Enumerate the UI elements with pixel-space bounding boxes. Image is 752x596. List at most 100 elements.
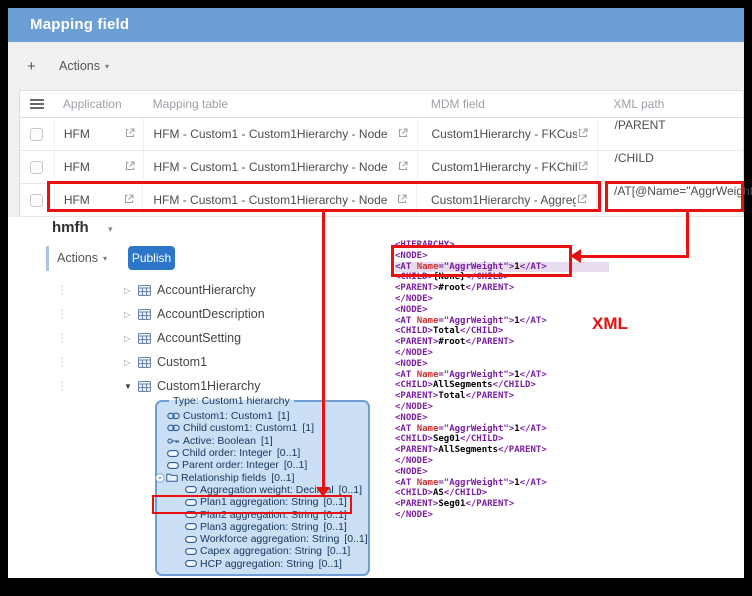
cell-mdm-field: Custom1Hierarchy - FKCustom1 <box>416 118 597 150</box>
drag-handle-icon[interactable]: ⋮ <box>56 332 68 344</box>
table-body: HFM HFM - Custom1 - Custom1Hierarchy - No… <box>20 118 752 217</box>
model-selector[interactable]: hmfh <box>52 219 89 236</box>
tree-item-custom1hierarchy[interactable]: ⋮ ▼ Custom1Hierarchy <box>44 377 261 395</box>
table-row[interactable]: HFM HFM - Custom1 - Custom1Hierarchy - No… <box>20 118 743 151</box>
mapping-table-name: HFM - Custom1 - Custom1Hierarchy - Node <box>153 127 388 141</box>
arrow-left-icon <box>570 249 581 263</box>
expand-caret-icon[interactable]: ▷ <box>124 334 136 343</box>
xml-line: <AT Name="AggrWeight">1</AT> <box>395 261 609 273</box>
tree-item-label: Custom1 <box>157 355 208 369</box>
expand-caret-icon[interactable]: ▷ <box>124 358 136 367</box>
annotation-arrow-line <box>686 211 689 258</box>
pill-icon <box>167 461 179 469</box>
tooltip-field-cardinality: [0..1] <box>323 508 347 521</box>
table-icon <box>138 356 151 368</box>
tooltip-field: Capex aggregation: String [0..1] <box>185 545 368 557</box>
external-link-icon[interactable] <box>397 127 409 142</box>
xml-line: </NODE> <box>395 401 433 412</box>
chevron-down-icon[interactable]: ▾ <box>108 224 113 235</box>
tooltip-field-cardinality: [0..1] <box>283 459 308 472</box>
tooltip-field-label: HCP aggregation: String <box>200 557 314 570</box>
cell-application: HFM <box>53 151 143 183</box>
tooltip-field: Relationship fields [0..1] <box>155 471 368 484</box>
tree-item-custom1[interactable]: ⋮ ▷ Custom1 <box>44 353 207 371</box>
tooltip-field-label: Capex aggregation: String <box>200 545 322 558</box>
cell-mapping-table: HFM - Custom1 - Custom1Hierarchy - Node <box>142 118 417 150</box>
table-icon <box>138 380 151 392</box>
tree-item-label: Custom1Hierarchy <box>157 379 261 393</box>
table-row[interactable]: HFM HFM - Custom1 - Custom1Hierarchy - No… <box>20 151 743 184</box>
tooltip-field: Parent order: Integer [0..1] <box>167 459 368 471</box>
table-menu-cell[interactable] <box>20 99 54 109</box>
pill-icon <box>185 560 197 568</box>
xml-line: <PARENT>AllSegments</PARENT> <box>395 445 547 456</box>
type-tooltip: Type: Custom1 hierarchy Custom1: Custom1… <box>155 395 370 576</box>
accent-bar <box>46 246 49 271</box>
external-link-icon[interactable] <box>124 127 136 142</box>
xml-line: <NODE> <box>395 304 428 315</box>
publish-button[interactable]: Publish <box>128 246 175 270</box>
xml-annotation-label: XML <box>592 314 628 333</box>
tooltip-field-label: Aggregation weight: Decimal <box>200 483 334 496</box>
tooltip-field: Active: Boolean [1] <box>167 435 368 447</box>
drag-handle-icon[interactable]: ⋮ <box>56 284 68 296</box>
collapse-caret-icon[interactable]: ▼ <box>124 382 136 391</box>
annotation-arrow-line <box>581 255 689 258</box>
row-checkbox[interactable] <box>30 193 44 207</box>
xml-line: <CHILD>AS</CHILD> <box>395 488 488 499</box>
tree-item-label: AccountSetting <box>157 331 242 345</box>
xml-preview: <HIERARCHY> <NODE> <AT Name="AggrWeight">1… <box>395 240 609 521</box>
column-header-mdm-field: MDM field <box>430 97 485 111</box>
menu-icon <box>29 99 44 109</box>
external-link-icon[interactable] <box>397 160 409 175</box>
external-link-icon[interactable] <box>396 193 408 208</box>
tooltip-field-label: Child custom1: Custom1 <box>183 422 298 435</box>
xml-line: <CHILD>AllSegments</CHILD> <box>395 380 536 391</box>
drag-handle-icon[interactable]: ⋮ <box>56 380 68 392</box>
tooltip-field-cardinality: [0..1] <box>338 483 363 496</box>
xml-line: <AT Name="AggrWeight">1</AT> <box>395 315 547 326</box>
panel-actions-dropdown[interactable]: Actions ▾ <box>57 251 107 265</box>
tooltip-field-cardinality: [0..1] <box>327 545 351 558</box>
tooltip-field-cardinality: [0..1] <box>271 471 295 484</box>
cell-mapping-table: HFM - Custom1 - Custom1Hierarchy - Node <box>142 151 417 183</box>
xml-line: <AT Name="AggrWeight">1</AT> <box>395 477 547 488</box>
external-link-icon[interactable] <box>124 160 136 175</box>
mdm-field-name: Custom1Hierarchy - FKCustom1 <box>431 127 577 141</box>
expand-caret-icon[interactable]: ▷ <box>124 310 136 319</box>
row-checkbox[interactable] <box>30 127 44 141</box>
row-checkbox[interactable] <box>30 160 44 174</box>
tooltip-field: Plan2 aggregation: String [0..1] <box>185 508 368 521</box>
external-link-icon[interactable] <box>123 193 135 208</box>
tooltip-field-label: Relationship fields <box>181 471 267 484</box>
external-link-icon[interactable] <box>577 127 589 142</box>
tooltip-field-label: Custom1: Custom1 <box>183 410 273 423</box>
tree-item-accountdescription[interactable]: ⋮ ▷ AccountDescription <box>44 305 265 323</box>
xml-line: </NODE> <box>395 455 433 466</box>
tooltip-field: Child custom1: Custom1 [1] <box>167 422 368 434</box>
table-icon <box>138 284 151 296</box>
expander-icon[interactable] <box>155 472 165 483</box>
external-link-icon[interactable] <box>577 160 589 175</box>
mdm-field-name: Custom1Hierarchy - FKChildCus... <box>431 160 577 174</box>
tree-item-accountsetting[interactable]: ⋮ ▷ AccountSetting <box>44 329 241 347</box>
drag-handle-icon[interactable]: ⋮ <box>56 356 68 368</box>
tree-item-accounthierarchy[interactable]: ⋮ ▷ AccountHierarchy <box>44 281 256 299</box>
xml-line: <PARENT>Seg01</PARENT> <box>395 499 515 510</box>
pill-icon <box>185 547 197 555</box>
xml-path-value: /PARENT <box>614 118 666 132</box>
tooltip-field-label: Parent order: Integer <box>182 459 279 472</box>
xml-line: <CHILD>Seg01</CHILD> <box>395 434 504 445</box>
annotation-arrow-line <box>322 211 325 488</box>
actions-dropdown[interactable]: Actions ▾ <box>59 59 109 73</box>
add-button[interactable]: + <box>27 58 47 75</box>
tooltip-field: Child order: Integer [0..1] <box>167 447 368 459</box>
drag-handle-icon[interactable]: ⋮ <box>56 308 68 320</box>
cell-application: HFM <box>53 184 143 216</box>
tooltip-field-label: Workforce aggregation: String <box>200 533 340 546</box>
type-tooltip-fields: Custom1: Custom1 [1] Child custom1: Custom… <box>155 410 368 570</box>
external-link-icon[interactable] <box>576 193 588 208</box>
expand-caret-icon[interactable]: ▷ <box>124 286 136 295</box>
table-row[interactable]: HFM HFM - Custom1 - Custom1Hierarchy - No… <box>20 184 752 217</box>
tooltip-field-cardinality: [1] <box>277 410 290 423</box>
